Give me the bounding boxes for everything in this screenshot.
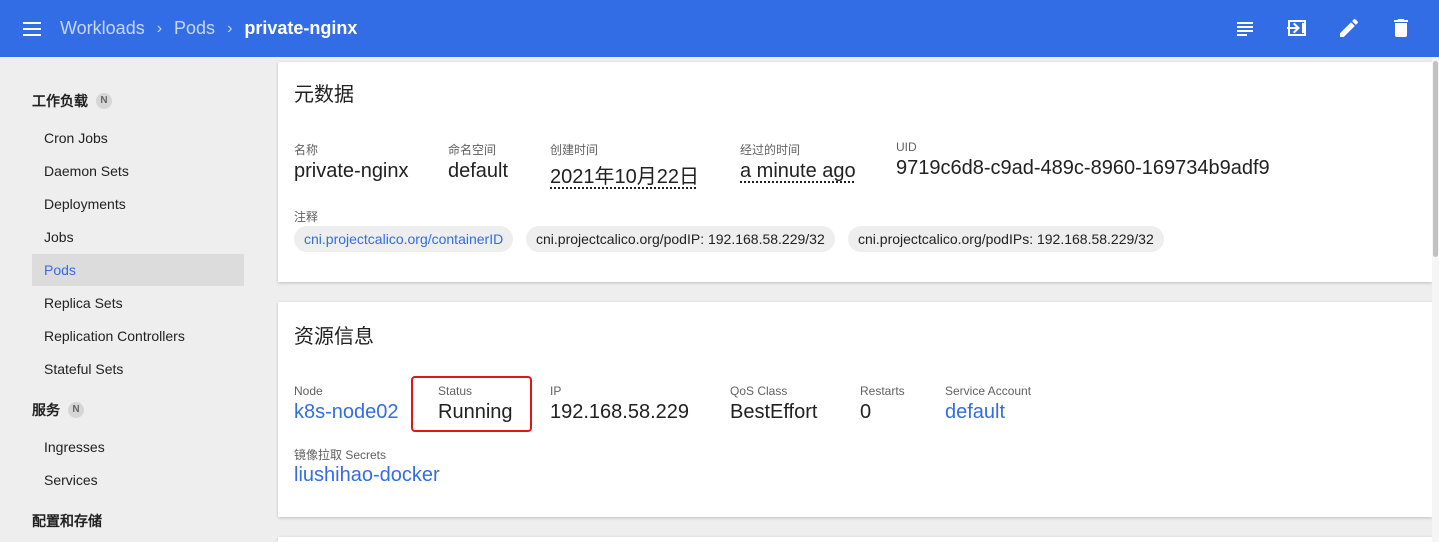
image-pull-secret-link[interactable]: liushihao-docker: [294, 464, 440, 487]
scrollbar-thumb[interactable]: [1433, 61, 1438, 257]
uid-value: 9719c6d8-c9ad-489c-8960-169734b9adf9: [896, 157, 1270, 179]
resource-info-title: 资源信息: [294, 326, 374, 348]
exec-icon[interactable]: [1285, 16, 1309, 40]
namespace-value: default: [448, 160, 509, 182]
sidebar-item-pods[interactable]: Pods: [32, 254, 244, 286]
age-label: 经过的时间: [740, 143, 801, 157]
restarts-value: 0: [860, 401, 872, 423]
name-value: private-nginx: [294, 160, 409, 182]
namespaced-badge: N: [96, 93, 112, 109]
scrollbar[interactable]: [1432, 57, 1439, 542]
top-bar: Workloads › Pods › private-nginx: [0, 0, 1439, 57]
chevron-right-icon: ›: [156, 19, 163, 37]
annotation-chip: cni.projectcalico.org/podIP: 192.168.58.…: [526, 226, 835, 252]
qos-value: BestEffort: [730, 401, 818, 423]
sidebar-item-deployments[interactable]: Deployments: [32, 188, 244, 220]
namespaced-badge: N: [68, 402, 84, 418]
resource-info-card: 资源信息 Node k8s-node02 Status Running IP 1…: [278, 302, 1432, 517]
sidebar-item-replication-controllers[interactable]: Replication Controllers: [32, 320, 244, 352]
annotation-chip[interactable]: cni.projectcalico.org/containerID: [294, 226, 514, 252]
metadata-card: 元数据 名称 private-nginx 命名空间 default 创建时间 2…: [278, 62, 1432, 282]
status-label: Status: [438, 384, 473, 398]
menu-icon[interactable]: [20, 17, 44, 41]
status-value: Running: [438, 401, 513, 423]
age-value[interactable]: a minute ago: [740, 160, 856, 183]
header-actions: [1233, 16, 1413, 40]
created-value[interactable]: 2021年10月22日: [550, 160, 699, 189]
category-label: 工作负载: [32, 93, 88, 109]
name-label: 名称: [294, 143, 319, 157]
breadcrumb-current: private-nginx: [244, 18, 358, 38]
sidebar-item-cron-jobs[interactable]: Cron Jobs: [32, 122, 244, 154]
annotations-label: 注释: [294, 210, 319, 224]
annotation-chip: cni.projectcalico.org/podIPs: 192.168.58…: [848, 226, 1164, 252]
service-account-label: Service Account: [945, 384, 1032, 398]
node-link[interactable]: k8s-node02: [294, 401, 399, 424]
logs-icon[interactable]: [1233, 16, 1257, 40]
category-label: 服务: [32, 402, 60, 418]
sidebar-category-workloads[interactable]: 工作负载 N: [32, 91, 112, 111]
restarts-label: Restarts: [860, 384, 905, 398]
ip-label: IP: [550, 384, 562, 398]
qos-label: QoS Class: [730, 384, 788, 398]
namespace-label: 命名空间: [448, 143, 497, 157]
sidebar-item-services[interactable]: Services: [32, 464, 244, 496]
ip-value: 192.168.58.229: [550, 401, 690, 423]
edit-icon[interactable]: [1337, 16, 1361, 40]
sidebar-item-jobs[interactable]: Jobs: [32, 221, 244, 253]
sidebar-category-config-storage[interactable]: 配置和存储: [32, 511, 102, 531]
next-card: [278, 537, 1432, 542]
delete-icon[interactable]: [1389, 16, 1413, 40]
uid-label: UID: [896, 140, 917, 154]
image-pull-secrets-label: 镜像拉取 Secrets: [294, 448, 387, 462]
chevron-right-icon: ›: [227, 19, 233, 37]
service-account-link[interactable]: default: [945, 401, 1005, 424]
sidebar-item-daemon-sets[interactable]: Daemon Sets: [32, 155, 244, 187]
sidebar: 工作负载 N Cron Jobs Daemon Sets Deployments…: [0, 57, 262, 542]
metadata-title: 元数据: [294, 84, 354, 106]
breadcrumb: Workloads › Pods › private-nginx: [60, 0, 357, 57]
breadcrumb-pods[interactable]: Pods: [174, 18, 215, 39]
sidebar-category-services[interactable]: 服务 N: [32, 400, 84, 420]
sidebar-item-stateful-sets[interactable]: Stateful Sets: [32, 353, 244, 385]
breadcrumb-workloads[interactable]: Workloads: [60, 18, 145, 39]
category-label: 配置和存储: [32, 513, 102, 529]
created-label: 创建时间: [550, 143, 599, 157]
sidebar-item-replica-sets[interactable]: Replica Sets: [32, 287, 244, 319]
node-label: Node: [294, 384, 323, 398]
sidebar-item-ingresses[interactable]: Ingresses: [32, 431, 244, 463]
